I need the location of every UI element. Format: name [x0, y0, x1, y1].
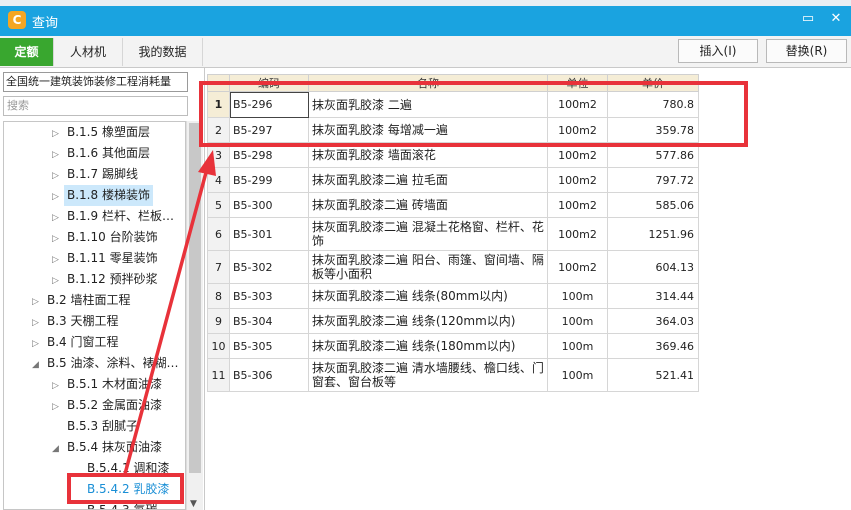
arrow-head — [198, 150, 216, 176]
arrow-shaft — [123, 164, 210, 475]
annotation-arrow — [123, 150, 216, 475]
